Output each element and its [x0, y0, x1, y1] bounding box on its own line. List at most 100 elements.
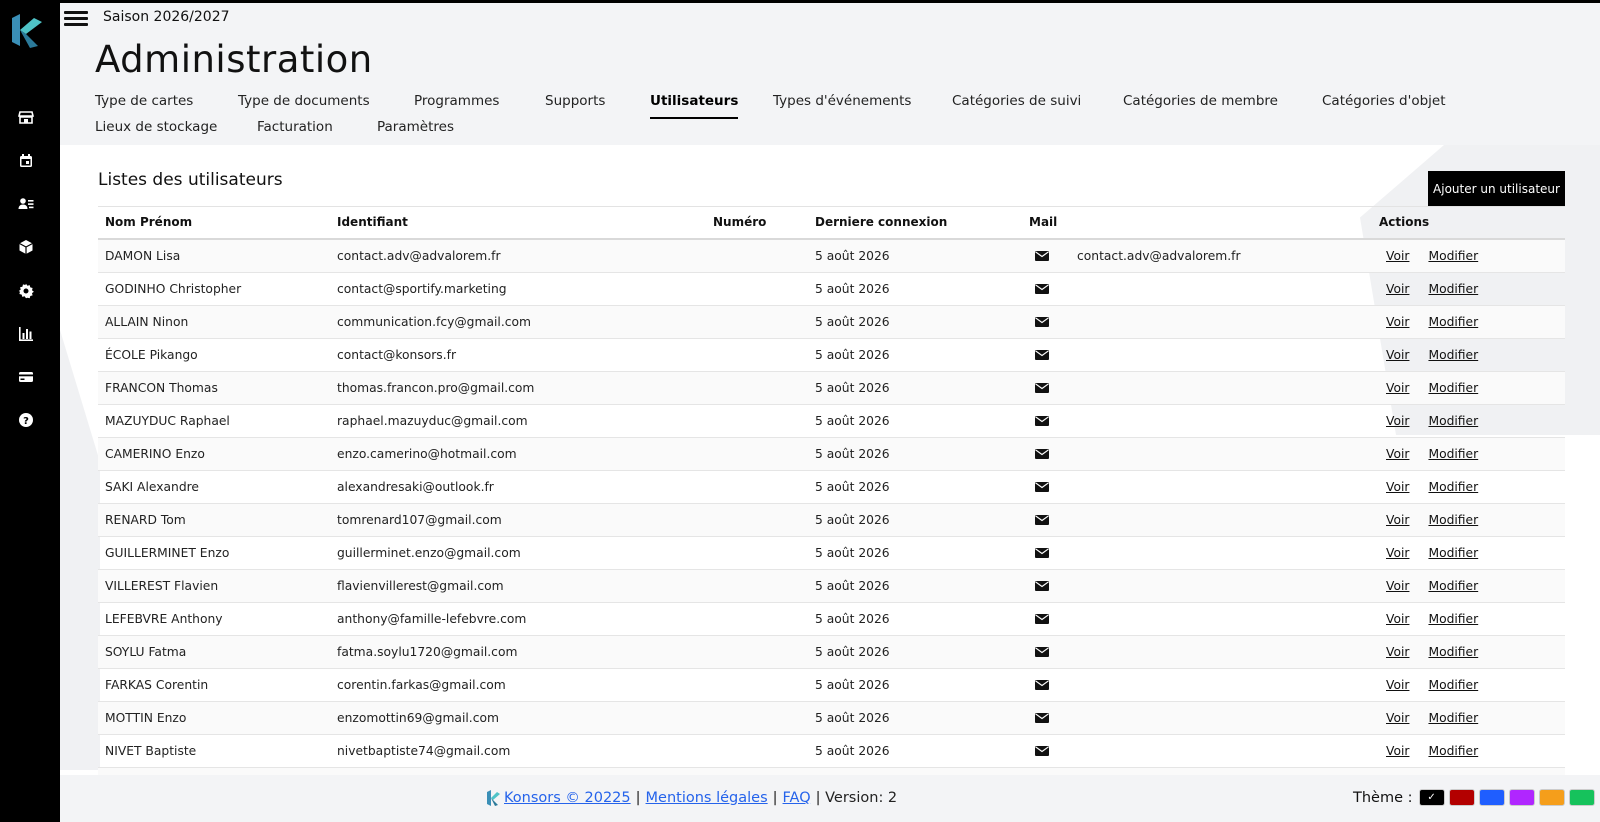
mail-icon[interactable]: [1035, 448, 1049, 459]
user-number: [706, 569, 808, 603]
theme-swatch[interactable]: [1478, 789, 1505, 806]
tab-type-de-cartes[interactable]: Type de cartes: [95, 93, 193, 109]
edit-user-link[interactable]: Modifier: [1428, 282, 1478, 296]
mail-icon[interactable]: [1035, 481, 1049, 492]
column-header-identifier[interactable]: Identifiant: [330, 206, 706, 240]
view-user-link[interactable]: Voir: [1386, 447, 1409, 461]
user-last-login: 5 août 2026: [808, 371, 1022, 405]
theme-swatches: ✓: [1415, 789, 1595, 806]
credit-card-icon[interactable]: [16, 367, 36, 387]
view-user-link[interactable]: Voir: [1386, 711, 1409, 725]
tab-type-de-documents[interactable]: Type de documents: [238, 93, 370, 109]
view-user-link[interactable]: Voir: [1386, 414, 1409, 428]
edit-user-link[interactable]: Modifier: [1428, 513, 1478, 527]
view-user-link[interactable]: Voir: [1386, 315, 1409, 329]
tab-types-evenements[interactable]: Types d'événements: [773, 93, 911, 109]
view-user-link[interactable]: Voir: [1386, 513, 1409, 527]
view-user-link[interactable]: Voir: [1386, 678, 1409, 692]
mail-icon[interactable]: [1035, 712, 1049, 723]
edit-user-link[interactable]: Modifier: [1428, 315, 1478, 329]
view-user-link[interactable]: Voir: [1386, 381, 1409, 395]
view-user-link[interactable]: Voir: [1386, 744, 1409, 758]
tab-programmes[interactable]: Programmes: [414, 93, 499, 109]
tab-utilisateurs[interactable]: Utilisateurs: [650, 93, 739, 119]
user-actions: Voir Modifier: [1372, 272, 1565, 306]
view-user-link[interactable]: Voir: [1386, 249, 1409, 263]
theme-swatch[interactable]: [1568, 789, 1595, 806]
mail-icon[interactable]: [1035, 250, 1049, 261]
view-user-link[interactable]: Voir: [1386, 282, 1409, 296]
view-user-link[interactable]: Voir: [1386, 480, 1409, 494]
tab-parametres[interactable]: Paramètres: [377, 119, 454, 135]
user-last-login: 5 août 2026: [808, 701, 1022, 735]
gear-icon[interactable]: [16, 281, 36, 301]
edit-user-link[interactable]: Modifier: [1428, 447, 1478, 461]
calendar-icon[interactable]: [16, 151, 36, 171]
edit-user-link[interactable]: Modifier: [1428, 612, 1478, 626]
mail-icon[interactable]: [1035, 382, 1049, 393]
edit-user-link[interactable]: Modifier: [1428, 711, 1478, 725]
edit-user-link[interactable]: Modifier: [1428, 546, 1478, 560]
user-identifier: fatma.soylu1720@gmail.com: [330, 635, 706, 669]
view-user-link[interactable]: Voir: [1386, 645, 1409, 659]
user-name: RENARD Tom: [98, 503, 330, 537]
tab-supports[interactable]: Supports: [545, 93, 605, 109]
help-icon[interactable]: ?: [16, 410, 36, 430]
tab-categories-de-membre[interactable]: Catégories de membre: [1123, 93, 1278, 109]
mail-icon[interactable]: [1035, 580, 1049, 591]
view-user-link[interactable]: Voir: [1386, 348, 1409, 362]
mail-icon[interactable]: [1035, 415, 1049, 426]
menu-toggle-button[interactable]: [64, 8, 88, 28]
user-mail-cell: [1022, 338, 1372, 372]
user-actions: Voir Modifier: [1372, 503, 1565, 537]
mail-icon[interactable]: [1035, 745, 1049, 756]
edit-user-link[interactable]: Modifier: [1428, 678, 1478, 692]
column-header-last-login[interactable]: Derniere connexion: [808, 206, 1022, 240]
box-icon[interactable]: [16, 237, 36, 257]
bar-chart-icon[interactable]: [16, 324, 36, 344]
user-last-login: 5 août 2026: [808, 470, 1022, 504]
user-identifier: corentin.farkas@gmail.com: [330, 668, 706, 702]
theme-swatch[interactable]: [1448, 789, 1475, 806]
konsors-logo[interactable]: [8, 10, 44, 50]
column-header-name[interactable]: Nom Prénom: [98, 206, 330, 240]
user-list-icon[interactable]: [16, 194, 36, 214]
mail-icon[interactable]: [1035, 646, 1049, 657]
tab-lieux-de-stockage[interactable]: Lieux de stockage: [95, 119, 217, 135]
column-header-number[interactable]: Numéro: [706, 206, 808, 240]
mail-icon[interactable]: [1035, 349, 1049, 360]
mail-icon[interactable]: [1035, 514, 1049, 525]
theme-swatch[interactable]: [1538, 789, 1565, 806]
faq-link[interactable]: FAQ: [783, 790, 811, 806]
edit-user-link[interactable]: Modifier: [1428, 249, 1478, 263]
edit-user-link[interactable]: Modifier: [1428, 579, 1478, 593]
theme-swatch[interactable]: [1508, 789, 1535, 806]
konsors-link[interactable]: Konsors © 20225: [504, 790, 631, 806]
edit-user-link[interactable]: Modifier: [1428, 381, 1478, 395]
view-user-link[interactable]: Voir: [1386, 612, 1409, 626]
edit-user-link[interactable]: Modifier: [1428, 414, 1478, 428]
column-header-mail[interactable]: Mail: [1022, 206, 1372, 240]
tab-facturation[interactable]: Facturation: [257, 119, 333, 135]
svg-text:?: ?: [23, 416, 29, 427]
view-user-link[interactable]: Voir: [1386, 546, 1409, 560]
edit-user-link[interactable]: Modifier: [1428, 480, 1478, 494]
user-last-login: 5 août 2026: [808, 635, 1022, 669]
mail-icon[interactable]: [1035, 547, 1049, 558]
theme-swatch-selected-check-icon[interactable]: ✓: [1418, 789, 1445, 806]
edit-user-link[interactable]: Modifier: [1428, 645, 1478, 659]
store-icon[interactable]: [16, 107, 36, 127]
tab-categories-de-suivi[interactable]: Catégories de suivi: [952, 93, 1081, 109]
user-number: [706, 734, 808, 768]
edit-user-link[interactable]: Modifier: [1428, 348, 1478, 362]
edit-user-link[interactable]: Modifier: [1428, 744, 1478, 758]
tab-categories-d-objet[interactable]: Catégories d'objet: [1322, 93, 1446, 109]
mail-icon[interactable]: [1035, 316, 1049, 327]
mail-icon[interactable]: [1035, 283, 1049, 294]
view-user-link[interactable]: Voir: [1386, 579, 1409, 593]
season-selector[interactable]: Saison 2026/2027: [103, 9, 230, 25]
legal-link[interactable]: Mentions légales: [646, 790, 768, 806]
mail-icon[interactable]: [1035, 679, 1049, 690]
add-user-button[interactable]: Ajouter un utilisateur: [1428, 171, 1565, 206]
mail-icon[interactable]: [1035, 613, 1049, 624]
